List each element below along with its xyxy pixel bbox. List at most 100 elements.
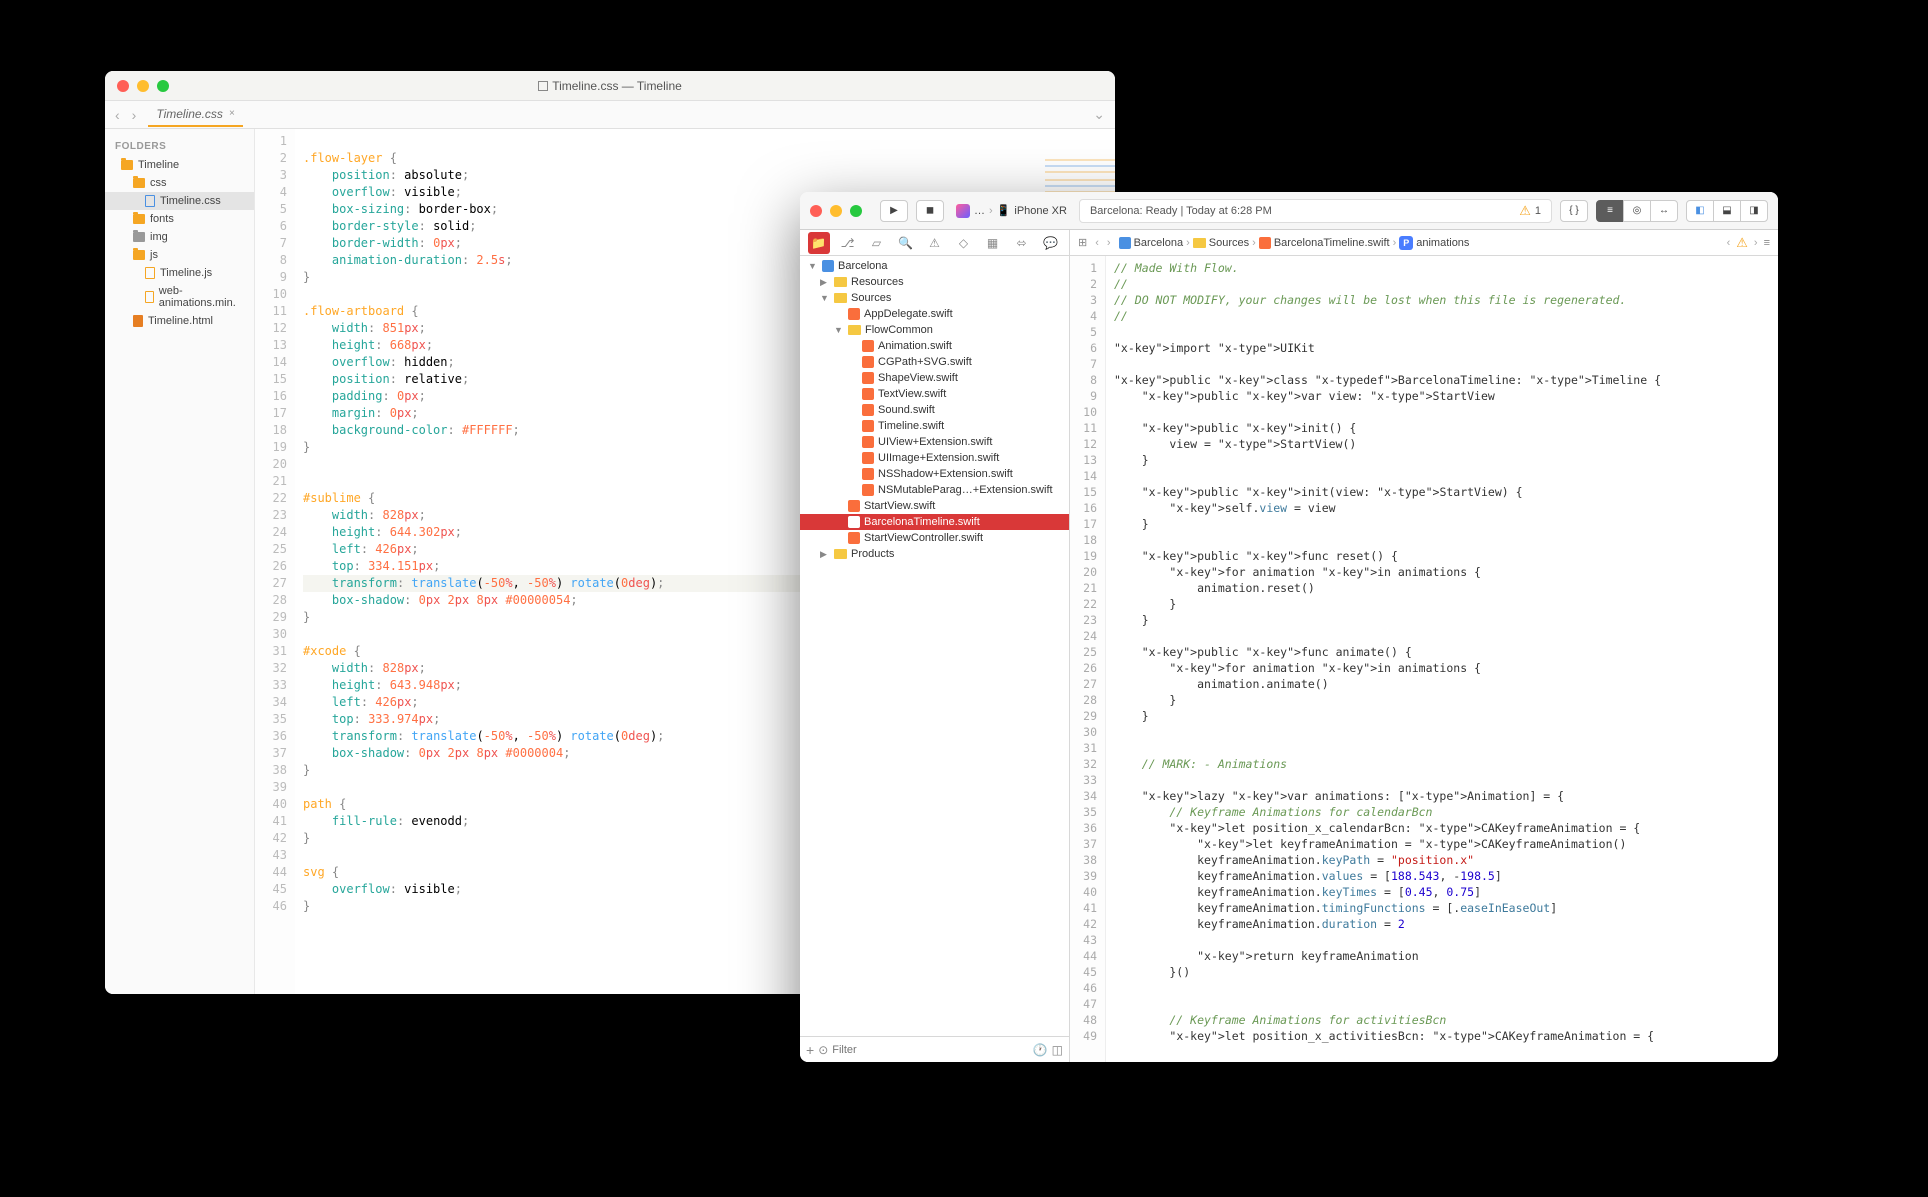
sidebar-item[interactable]: fonts	[105, 210, 254, 228]
disclosure-icon: ▼	[834, 325, 844, 335]
version-editor[interactable]: ↔	[1650, 200, 1678, 222]
symbol-tab[interactable]: ▱	[866, 232, 888, 254]
test-tab[interactable]: ◇	[953, 232, 975, 254]
tree-item[interactable]: TextView.swift	[800, 386, 1069, 402]
tree-item[interactable]: NSShadow+Extension.swift	[800, 466, 1069, 482]
item-label: Timeline.js	[160, 267, 212, 279]
report-tab[interactable]: 💬	[1040, 232, 1062, 254]
item-label: Products	[851, 548, 894, 560]
crumb-folder[interactable]: Sources	[1193, 237, 1249, 249]
tree-item[interactable]: ShapeView.swift	[800, 370, 1069, 386]
scheme-selector[interactable]: … › 📱 iPhone XR	[952, 204, 1071, 218]
filter-input[interactable]	[832, 1044, 1028, 1056]
tree-item[interactable]: ▼Barcelona	[800, 258, 1069, 274]
sidebar-item[interactable]: Timeline.js	[105, 264, 254, 282]
activity-viewer: Barcelona: Ready | Today at 6:28 PM ⚠ 1	[1079, 199, 1552, 223]
tree-item[interactable]: AppDelegate.swift	[800, 306, 1069, 322]
tree-item[interactable]: BarcelonaTimeline.swift	[800, 514, 1069, 530]
nav-forward[interactable]: ›	[132, 107, 137, 123]
tree-item[interactable]: ▶Products	[800, 546, 1069, 562]
tab-close[interactable]: ×	[229, 108, 235, 119]
maximize-button[interactable]	[850, 205, 862, 217]
gutter: 1234567891011121314151617181920212223242…	[1070, 256, 1106, 1062]
library-button[interactable]: { }	[1560, 200, 1588, 222]
assistant-editor[interactable]: ◎	[1623, 200, 1651, 222]
close-button[interactable]	[810, 205, 822, 217]
tree-item[interactable]: CGPath+SVG.swift	[800, 354, 1069, 370]
source-control-tab[interactable]: ⎇	[837, 232, 859, 254]
recent-filter[interactable]: 🕐	[1033, 1043, 1048, 1057]
swift-icon	[1259, 237, 1271, 249]
toggle-navigator[interactable]: ◧	[1686, 200, 1714, 222]
tree-item[interactable]: ▼Sources	[800, 290, 1069, 306]
run-button[interactable]: ▶	[880, 200, 908, 222]
nav-forward[interactable]: ›	[1107, 237, 1111, 249]
tree-item[interactable]: StartViewController.swift	[800, 530, 1069, 546]
xcode-toolbar: ▶ ◼ … › 📱 iPhone XR Barcelona: Ready | T…	[800, 192, 1778, 230]
sidebar-item[interactable]: img	[105, 228, 254, 246]
toggle-debug[interactable]: ⬓	[1713, 200, 1741, 222]
item-label: web-animations.min.	[159, 285, 244, 309]
sidebar-item[interactable]: Timeline	[105, 156, 254, 174]
item-label: StartViewController.swift	[864, 532, 983, 544]
swift-icon	[848, 516, 860, 528]
tree-item[interactable]: UIView+Extension.swift	[800, 434, 1069, 450]
folder-icon	[121, 160, 133, 170]
sidebar-item[interactable]: Timeline.html	[105, 312, 254, 330]
tree-item[interactable]: Animation.swift	[800, 338, 1069, 354]
add-button[interactable]: +	[806, 1042, 814, 1058]
tab-timeline-css[interactable]: Timeline.css ×	[148, 103, 242, 127]
warning-icon[interactable]: ⚠	[1519, 203, 1531, 219]
sidebar: FOLDERS Timeline css Timeline.css fontsimgj…	[105, 129, 255, 994]
minimize-button[interactable]	[830, 205, 842, 217]
toggle-inspector[interactable]: ◨	[1740, 200, 1768, 222]
crumb-project[interactable]: Barcelona	[1119, 237, 1184, 249]
nav-back-2[interactable]: ‹	[1727, 237, 1731, 249]
stop-button[interactable]: ◼	[916, 200, 944, 222]
editor-options[interactable]: ≡	[1764, 237, 1770, 249]
file-icon	[538, 81, 548, 91]
html-file-icon	[133, 315, 143, 327]
find-tab[interactable]: 🔍	[895, 232, 917, 254]
nav-forward-2[interactable]: ›	[1754, 237, 1758, 249]
code-content[interactable]: // Made With Flow.//// DO NOT MODIFY, yo…	[1106, 256, 1778, 1062]
sidebar-heading: FOLDERS	[105, 137, 254, 156]
item-label: TextView.swift	[878, 388, 946, 400]
swift-icon	[862, 484, 874, 496]
tree-item[interactable]: UIImage+Extension.swift	[800, 450, 1069, 466]
nav-back[interactable]: ‹	[115, 107, 120, 123]
scm-filter[interactable]: ◫	[1052, 1043, 1063, 1057]
sidebar-item[interactable]: web-animations.min.	[105, 282, 254, 312]
breakpoint-tab[interactable]: ⬄	[1011, 232, 1033, 254]
overflow-menu[interactable]: ⌄	[1093, 106, 1105, 123]
sidebar-item[interactable]: Timeline.css	[105, 192, 254, 210]
folder-icon	[1193, 238, 1206, 248]
folder-icon	[834, 277, 847, 287]
sidebar-item[interactable]: css	[105, 174, 254, 192]
debug-tab[interactable]: ▦	[982, 232, 1004, 254]
nav-back[interactable]: ‹	[1095, 237, 1099, 249]
minimize-button[interactable]	[137, 80, 149, 92]
tree-item[interactable]: ▼FlowCommon	[800, 322, 1069, 338]
warning-count: 1	[1535, 205, 1541, 217]
tree-item[interactable]: ▶Resources	[800, 274, 1069, 290]
project-navigator-tab[interactable]: 📁	[808, 232, 830, 254]
related-items[interactable]: ⊞	[1078, 236, 1087, 249]
maximize-button[interactable]	[157, 80, 169, 92]
standard-editor[interactable]: ≡	[1596, 200, 1624, 222]
item-label: css	[150, 177, 167, 189]
sidebar-item[interactable]: js	[105, 246, 254, 264]
tree-item[interactable]: Timeline.swift	[800, 418, 1069, 434]
crumb-file[interactable]: BarcelonaTimeline.swift	[1259, 237, 1390, 249]
close-button[interactable]	[117, 80, 129, 92]
issue-tab[interactable]: ⚠	[924, 232, 946, 254]
tree-item[interactable]: StartView.swift	[800, 498, 1069, 514]
tree-item[interactable]: NSMutableParag…+Extension.swift	[800, 482, 1069, 498]
jump-warning-icon[interactable]: ⚠	[1736, 235, 1748, 251]
item-label: Timeline.css	[160, 195, 221, 207]
tree-item[interactable]: Sound.swift	[800, 402, 1069, 418]
title-text: Timeline.css — Timeline	[552, 79, 682, 93]
crumb-symbol[interactable]: Panimations	[1399, 236, 1469, 250]
code-area[interactable]: 1234567891011121314151617181920212223242…	[1070, 256, 1778, 1062]
jump-bar: ⊞ ‹ › Barcelona › Sources › BarcelonaTim…	[1070, 230, 1778, 256]
